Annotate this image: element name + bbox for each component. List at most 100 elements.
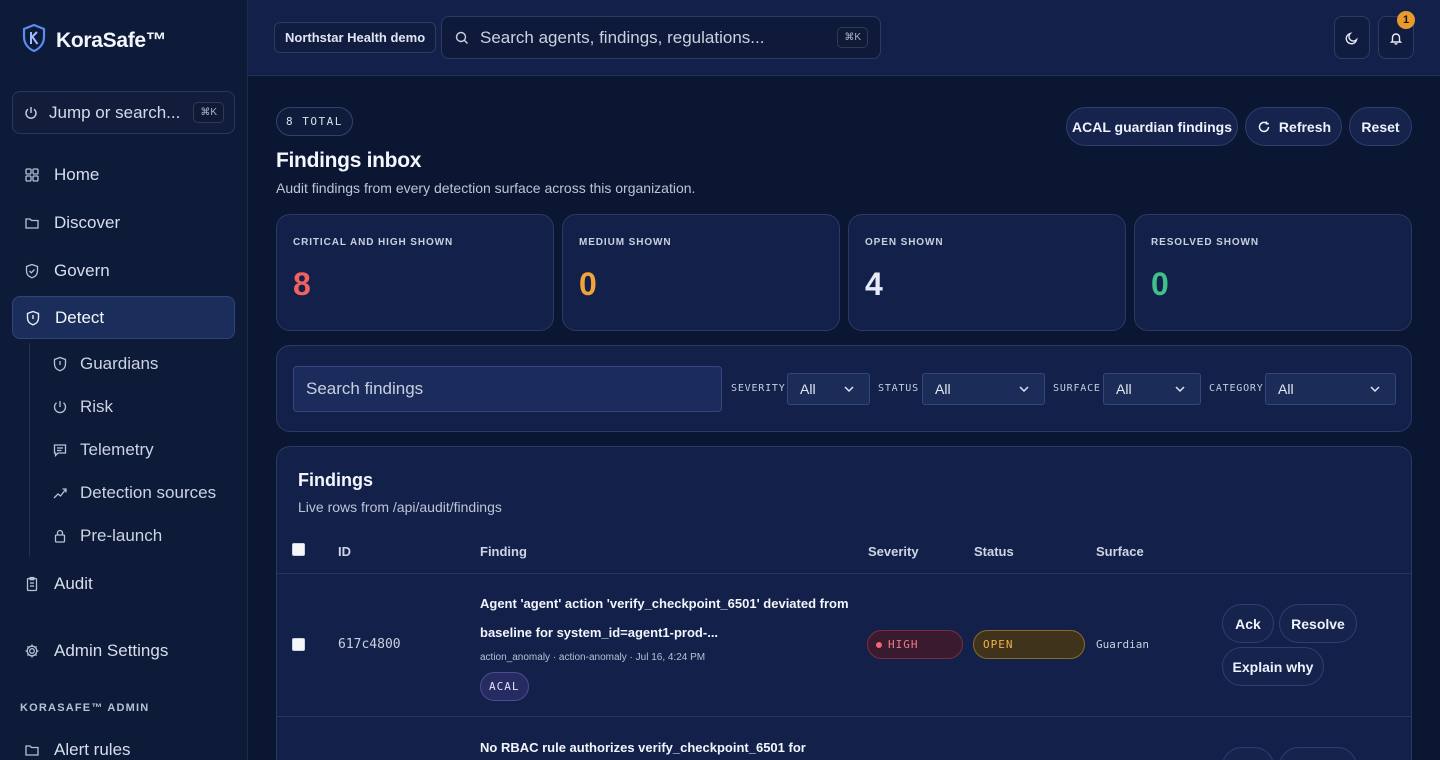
- surface-value: Guardian: [1096, 638, 1149, 651]
- power-icon: [23, 105, 39, 121]
- stat-label: RESOLVED SHOWN: [1151, 237, 1259, 248]
- findings-table-panel: Findings Live rows from /api/audit/findi…: [276, 446, 1412, 760]
- sidebar-item-govern[interactable]: Govern: [12, 249, 235, 292]
- sidebar-section-label: KORASAFE™ ADMIN: [20, 702, 150, 714]
- subnav-item-label: Pre-launch: [80, 526, 163, 545]
- subnav-item-label: Guardians: [80, 354, 159, 373]
- shield-check-icon: [24, 263, 40, 279]
- page-title: Findings inbox: [276, 149, 422, 172]
- gauge-icon: [52, 399, 68, 415]
- korasafe-logo-icon: [22, 23, 46, 57]
- sidebar-item-label: Audit: [54, 573, 93, 593]
- chevron-down-icon: [841, 381, 857, 397]
- row-checkbox[interactable]: [292, 638, 305, 651]
- bell-icon: [1388, 30, 1404, 46]
- moon-icon: [1344, 30, 1360, 46]
- category-filter-label: CATEGORY: [1209, 383, 1264, 394]
- theme-toggle-button[interactable]: [1334, 16, 1370, 59]
- column-header-status[interactable]: Status: [974, 544, 1014, 559]
- finding-id[interactable]: 617c4800: [338, 637, 401, 652]
- total-count-pill: 8 TOTAL: [276, 107, 353, 136]
- subnav-divider: [29, 343, 30, 557]
- sidebar: KoraSafe™ Jump or search... ⌘K Home Disc…: [0, 0, 248, 760]
- filter-panel: SEVERITY All STATUS All SURFACE All CATE…: [276, 345, 1412, 432]
- sidebar-item-audit[interactable]: Audit: [12, 562, 235, 605]
- sidebar-item-home[interactable]: Home: [12, 153, 235, 196]
- subnav-item-detection-sources[interactable]: Detection sources: [52, 475, 216, 511]
- ack-button[interactable]: Ack: [1222, 604, 1274, 643]
- finding-title[interactable]: No RBAC rule authorizes verify_checkpoin…: [480, 733, 850, 760]
- severity-filter-label: SEVERITY: [731, 383, 786, 394]
- search-icon: [454, 30, 470, 46]
- sidebar-item-admin-settings[interactable]: Admin Settings: [12, 629, 235, 672]
- acal-guardian-findings-button[interactable]: ACAL guardian findings: [1066, 107, 1238, 146]
- status-filter-value: All: [935, 381, 951, 397]
- brand[interactable]: KoraSafe™: [22, 23, 167, 57]
- refresh-button[interactable]: Refresh: [1245, 107, 1342, 146]
- jump-search-label: Jump or search...: [49, 102, 181, 122]
- ack-button[interactable]: [1222, 747, 1274, 760]
- sidebar-item-detect[interactable]: Detect: [12, 296, 235, 339]
- column-header-severity[interactable]: Severity: [868, 544, 919, 559]
- resolve-button[interactable]: Resolve: [1279, 604, 1357, 643]
- status-filter-label: STATUS: [878, 383, 919, 394]
- brand-name: KoraSafe™: [56, 28, 167, 52]
- subnav-item-risk[interactable]: Risk: [52, 389, 113, 425]
- explain-why-button[interactable]: Explain why: [1222, 647, 1324, 686]
- sidebar-item-discover[interactable]: Discover: [12, 201, 235, 244]
- search-shortcut: ⌘K: [837, 27, 868, 48]
- gear-icon: [24, 643, 40, 659]
- stat-label: OPEN SHOWN: [865, 237, 944, 248]
- category-filter-select[interactable]: All: [1265, 373, 1396, 405]
- subnav-item-pre-launch[interactable]: Pre-launch: [52, 518, 162, 554]
- column-header-id[interactable]: ID: [338, 544, 351, 559]
- stat-label: MEDIUM SHOWN: [579, 237, 672, 248]
- row-divider: [277, 573, 1411, 574]
- surface-filter-value: All: [1116, 381, 1132, 397]
- global-search[interactable]: ⌘K: [441, 16, 881, 59]
- category-filter-value: All: [1278, 381, 1294, 397]
- org-switcher[interactable]: Northstar Health demo: [274, 22, 437, 53]
- stat-value: 4: [865, 266, 883, 302]
- jump-shortcut: ⌘K: [193, 102, 224, 123]
- surface-filter-select[interactable]: All: [1103, 373, 1201, 405]
- findings-search-input[interactable]: [293, 366, 722, 412]
- shield-icon: [52, 356, 68, 372]
- column-header-finding[interactable]: Finding: [480, 544, 527, 559]
- jump-search[interactable]: Jump or search... ⌘K: [12, 91, 235, 134]
- sidebar-item-label: Alert rules: [54, 739, 131, 759]
- findings-table-subtitle: Live rows from /api/audit/findings: [298, 499, 502, 515]
- page-subtitle: Audit findings from every detection surf…: [276, 180, 696, 196]
- sidebar-item-alert-rules[interactable]: Alert rules: [12, 728, 235, 760]
- finding-meta: action_anomaly · action-anomaly · Jul 16…: [480, 652, 706, 663]
- severity-filter-select[interactable]: All: [787, 373, 870, 405]
- notifications-button[interactable]: 1: [1378, 11, 1415, 59]
- stat-card-medium: MEDIUM SHOWN 0: [562, 214, 840, 331]
- select-all-checkbox[interactable]: [292, 543, 305, 556]
- subnav-item-telemetry[interactable]: Telemetry: [52, 432, 154, 468]
- chevron-down-icon: [1172, 381, 1188, 397]
- acal-tag: ACAL: [480, 672, 529, 701]
- severity-badge: HIGH: [867, 630, 963, 659]
- refresh-icon: [1256, 119, 1272, 135]
- global-search-input[interactable]: [480, 27, 828, 48]
- stat-value: 0: [579, 266, 597, 302]
- resolve-button[interactable]: [1279, 747, 1357, 760]
- stat-card-open: OPEN SHOWN 4: [848, 214, 1126, 331]
- stat-value: 0: [1151, 266, 1169, 302]
- folder-icon: [24, 742, 40, 758]
- column-header-surface[interactable]: Surface: [1096, 544, 1144, 559]
- reset-button[interactable]: Reset: [1349, 107, 1412, 146]
- status-filter-select[interactable]: All: [922, 373, 1045, 405]
- clipboard-icon: [24, 576, 40, 592]
- chevron-down-icon: [1016, 381, 1032, 397]
- notification-count-badge: 1: [1397, 11, 1415, 29]
- finding-title[interactable]: Agent 'agent' action 'verify_checkpoint_…: [480, 589, 850, 647]
- subnav-item-guardians[interactable]: Guardians: [52, 346, 158, 382]
- stat-value: 8: [293, 266, 311, 302]
- sidebar-item-label: Detect: [55, 307, 105, 327]
- sidebar-item-label: Discover: [54, 212, 121, 232]
- message-icon: [52, 442, 68, 458]
- stat-label: CRITICAL AND HIGH SHOWN: [293, 237, 454, 248]
- sidebar-item-label: Govern: [54, 260, 110, 280]
